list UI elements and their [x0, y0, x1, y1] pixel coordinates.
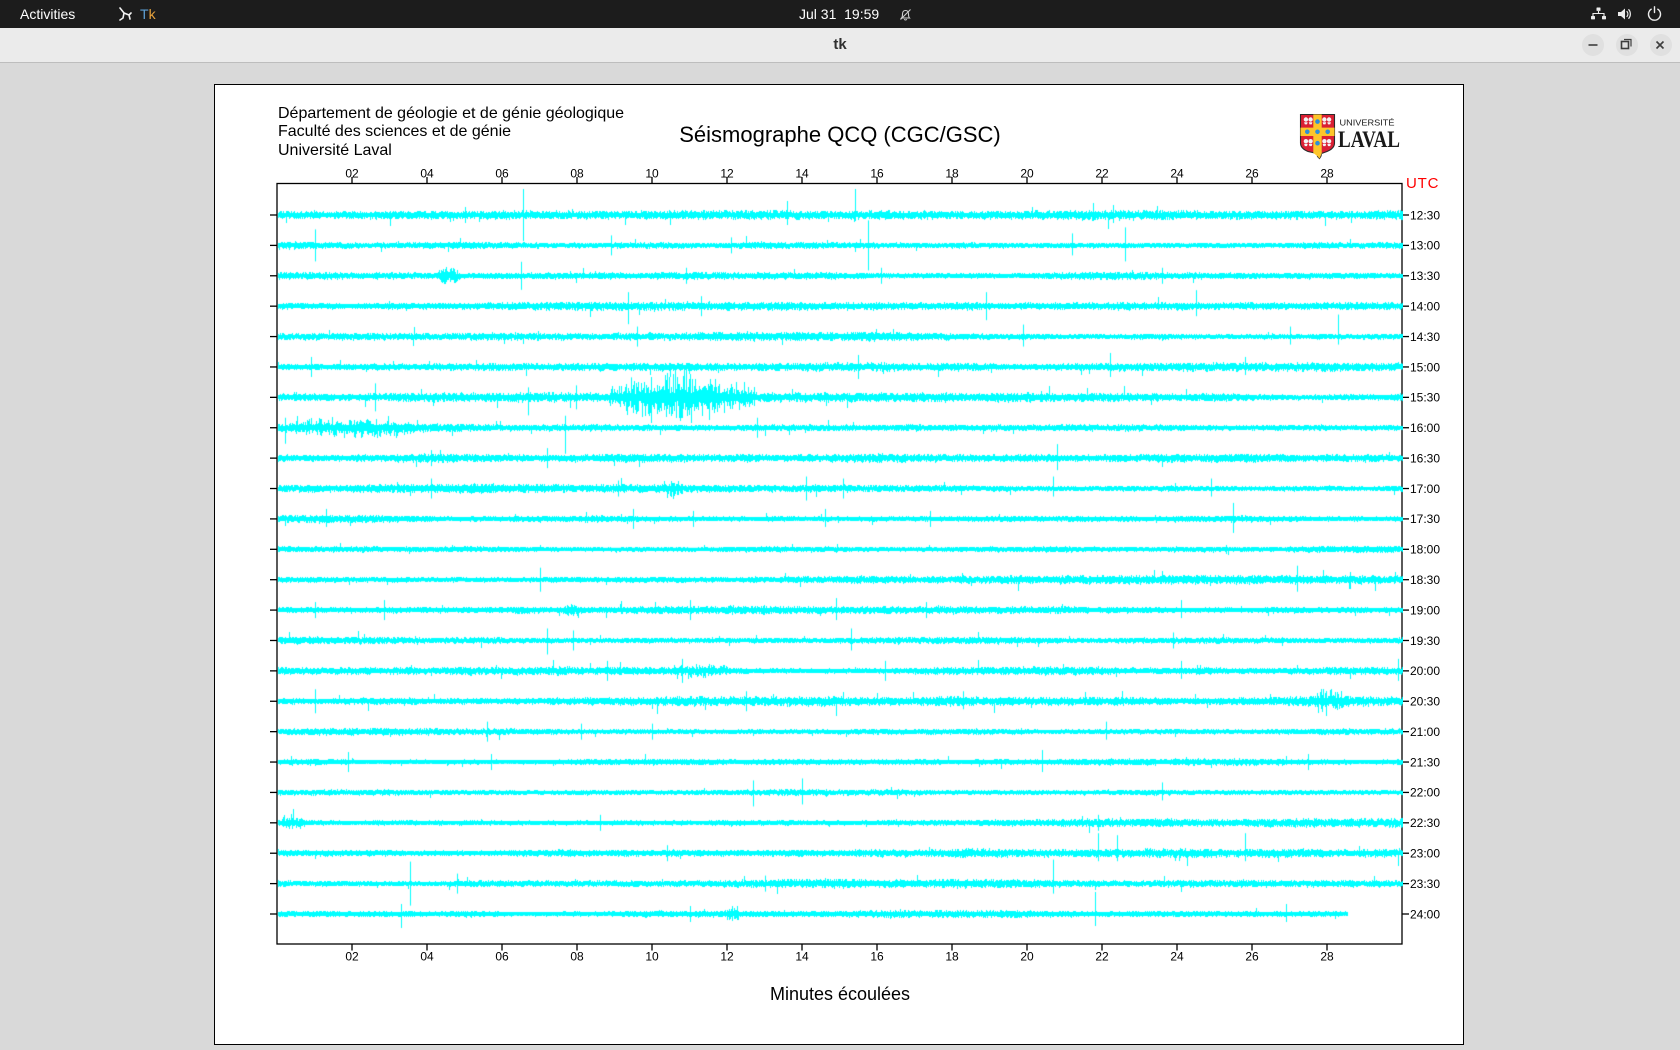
svg-text:28: 28 — [1320, 167, 1334, 181]
svg-text:23:30: 23:30 — [1410, 877, 1440, 891]
svg-text:20:30: 20:30 — [1410, 695, 1440, 709]
svg-text:13:00: 13:00 — [1410, 239, 1440, 253]
svg-text:08: 08 — [570, 950, 584, 964]
svg-text:04: 04 — [420, 167, 434, 181]
svg-text:24: 24 — [1170, 167, 1184, 181]
svg-text:20: 20 — [1020, 167, 1034, 181]
svg-text:10: 10 — [645, 950, 659, 964]
svg-text:12: 12 — [720, 950, 734, 964]
svg-text:13:30: 13:30 — [1410, 269, 1440, 283]
svg-text:19:30: 19:30 — [1410, 634, 1440, 648]
svg-text:24: 24 — [1170, 950, 1184, 964]
svg-text:16:00: 16:00 — [1410, 421, 1440, 435]
svg-text:17:30: 17:30 — [1410, 512, 1440, 526]
svg-text:21:00: 21:00 — [1410, 725, 1440, 739]
svg-text:06: 06 — [495, 167, 509, 181]
svg-text:21:30: 21:30 — [1410, 755, 1440, 769]
svg-text:23:00: 23:00 — [1410, 847, 1440, 861]
svg-text:22:30: 22:30 — [1410, 816, 1440, 830]
svg-text:16:30: 16:30 — [1410, 451, 1440, 465]
svg-text:14:00: 14:00 — [1410, 299, 1440, 313]
svg-text:19:00: 19:00 — [1410, 603, 1440, 617]
svg-text:18:30: 18:30 — [1410, 573, 1440, 587]
svg-text:22: 22 — [1095, 167, 1109, 181]
svg-text:18:00: 18:00 — [1410, 543, 1440, 557]
svg-text:16: 16 — [870, 950, 884, 964]
svg-text:12: 12 — [720, 167, 734, 181]
svg-text:04: 04 — [420, 950, 434, 964]
svg-text:20:00: 20:00 — [1410, 664, 1440, 678]
svg-text:24:00: 24:00 — [1410, 907, 1440, 921]
svg-text:26: 26 — [1245, 950, 1259, 964]
svg-text:12:30: 12:30 — [1410, 208, 1440, 222]
svg-text:28: 28 — [1320, 950, 1334, 964]
svg-text:26: 26 — [1245, 167, 1259, 181]
svg-text:02: 02 — [345, 167, 359, 181]
svg-text:14: 14 — [795, 950, 809, 964]
svg-text:17:00: 17:00 — [1410, 482, 1440, 496]
svg-text:18: 18 — [945, 167, 959, 181]
svg-text:10: 10 — [645, 167, 659, 181]
svg-text:22:00: 22:00 — [1410, 786, 1440, 800]
svg-text:22: 22 — [1095, 950, 1109, 964]
svg-text:06: 06 — [495, 950, 509, 964]
svg-text:16: 16 — [870, 167, 884, 181]
svg-text:08: 08 — [570, 167, 584, 181]
svg-text:15:00: 15:00 — [1410, 360, 1440, 374]
svg-text:02: 02 — [345, 950, 359, 964]
svg-text:18: 18 — [945, 950, 959, 964]
svg-text:14:30: 14:30 — [1410, 330, 1440, 344]
svg-text:20: 20 — [1020, 950, 1034, 964]
svg-text:14: 14 — [795, 167, 809, 181]
svg-text:15:30: 15:30 — [1410, 391, 1440, 405]
